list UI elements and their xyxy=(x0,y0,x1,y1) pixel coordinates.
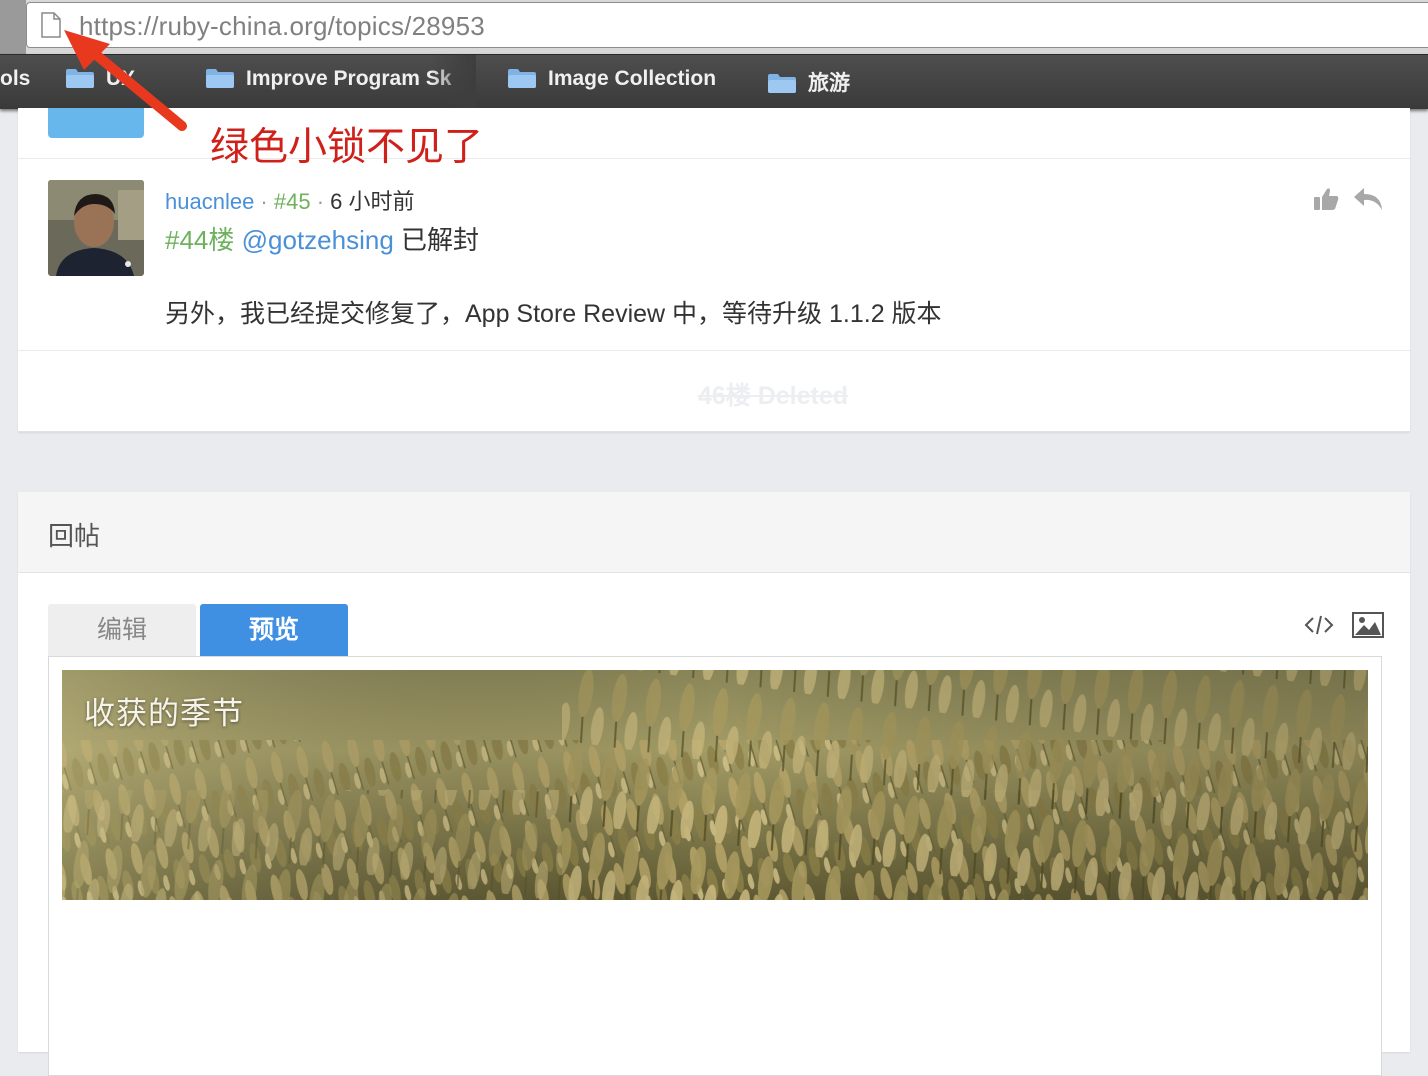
bookmark-label: UX xyxy=(106,67,136,90)
bookmarks-bar: ols UX Improve Program Sk Image Collecti… xyxy=(0,54,1428,109)
image-icon[interactable] xyxy=(1352,612,1384,638)
url-host: https://ruby-china.org xyxy=(79,11,328,41)
folder-icon xyxy=(206,69,234,88)
reply-first-line: #44楼 @gotzehsing 已解封 xyxy=(165,220,479,257)
mention-link[interactable]: @gotzehsing xyxy=(242,225,394,255)
reply-icon[interactable] xyxy=(1352,186,1384,212)
reply-time: 6 小时前 xyxy=(330,189,415,214)
tab-preview[interactable]: 预览 xyxy=(200,604,348,656)
bookmark-label: ols xyxy=(0,67,31,90)
quoted-floor-link[interactable]: #44楼 xyxy=(165,225,234,255)
user-photo xyxy=(48,180,144,276)
annotation-text: 绿色小锁不见了 xyxy=(210,126,484,169)
preview-banner-image: 收获的季节 xyxy=(62,670,1368,900)
preview-area: 收获的季节 xyxy=(48,656,1382,1076)
bookmark-travel[interactable]: 旅游 xyxy=(768,67,850,97)
bookmark-label: Image Collection xyxy=(548,67,717,90)
deleted-reply-note: 46楼 Deleted xyxy=(697,382,849,410)
browser-toolbar: https://ruby-china.org/topics/28953 xyxy=(0,0,1428,54)
address-bar[interactable]: https://ruby-china.org/topics/28953 xyxy=(26,2,1428,48)
url-path: /topics/28953 xyxy=(327,11,485,41)
panel-title: 回帖 xyxy=(48,521,101,551)
bookmark-label: 旅游 xyxy=(808,72,850,95)
divider xyxy=(18,350,1410,351)
tab-edit[interactable]: 编辑 xyxy=(48,604,196,656)
folder-icon xyxy=(508,69,536,88)
bookmark-ux[interactable]: UX xyxy=(66,67,135,97)
url-text[interactable]: https://ruby-china.org/topics/28953 xyxy=(79,11,485,42)
folder-icon xyxy=(768,74,796,93)
floor-link[interactable]: #45 xyxy=(274,189,311,214)
page-icon xyxy=(41,12,61,38)
folder-icon xyxy=(66,69,94,88)
code-icon[interactable] xyxy=(1304,612,1334,638)
banner-title: 收获的季节 xyxy=(84,696,244,732)
bookmark-label: Improve Program Sk xyxy=(246,67,452,90)
panel-heading: 回帖 xyxy=(18,492,1410,573)
avatar[interactable] xyxy=(48,108,144,138)
reply-form-panel: 回帖 编辑 预览 收获的季节 xyxy=(18,492,1410,1076)
bookmark-tools[interactable]: ols xyxy=(0,67,30,97)
reply-body: 另外，我已经提交修复了，App Store Review 中，等待升级 1.1.… xyxy=(165,300,942,328)
reply-text: 已解封 xyxy=(401,225,480,255)
thumbs-up-icon[interactable] xyxy=(1312,186,1340,212)
reply-meta: huacnlee · #45 · 6 小时前 xyxy=(165,189,415,214)
bookmark-image-collection[interactable]: Image Collection xyxy=(508,67,716,97)
wheat-field-image xyxy=(62,670,1368,900)
username-link[interactable]: huacnlee xyxy=(165,189,254,214)
avatar[interactable] xyxy=(48,180,144,276)
bookmark-improve-program[interactable]: Improve Program Sk xyxy=(206,67,451,97)
back-button[interactable] xyxy=(0,0,26,54)
